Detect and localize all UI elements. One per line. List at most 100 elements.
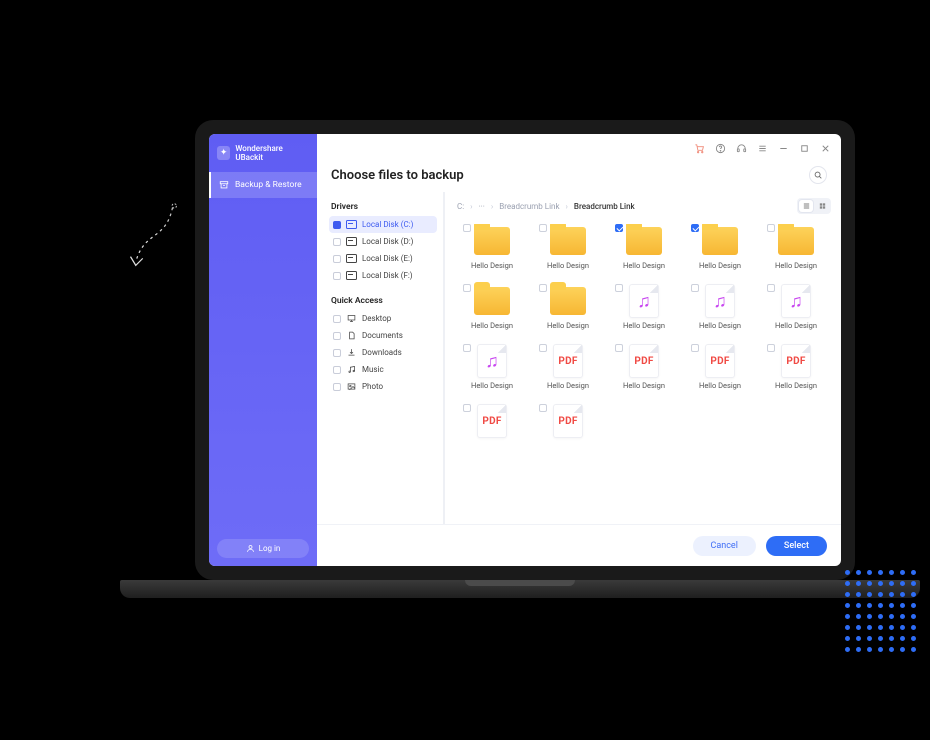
tree-item-drive-c[interactable]: Local Disk (C:)	[329, 216, 437, 233]
checkbox-icon[interactable]	[463, 284, 471, 292]
tree-item-label: Desktop	[362, 314, 391, 323]
breadcrumb-root[interactable]: C:	[457, 202, 464, 211]
minimize-icon[interactable]	[778, 143, 789, 154]
breadcrumb-ellipsis[interactable]: ···	[479, 202, 485, 211]
cancel-button[interactable]: Cancel	[693, 536, 756, 556]
close-icon[interactable]	[820, 143, 831, 154]
checkbox-icon[interactable]	[333, 332, 341, 340]
pdf-file-icon: PDF	[624, 344, 664, 378]
file-item[interactable]: Hello Design	[533, 224, 603, 270]
file-item[interactable]: ♫Hello Design	[609, 284, 679, 330]
checkbox-icon[interactable]	[463, 344, 471, 352]
checkbox-icon[interactable]	[333, 255, 341, 263]
music-file-icon: ♫	[624, 284, 664, 318]
tree-item-documents[interactable]: Documents	[329, 327, 437, 344]
file-item[interactable]: PDFHello Design	[609, 344, 679, 390]
checkbox-icon[interactable]	[691, 344, 699, 352]
checkbox-icon[interactable]	[333, 366, 341, 374]
file-label: Hello Design	[623, 261, 665, 270]
checkbox-icon[interactable]	[691, 224, 699, 232]
file-item[interactable]: Hello Design	[609, 224, 679, 270]
file-item[interactable]: Hello Design	[457, 284, 527, 330]
footer: Cancel Select	[317, 524, 841, 566]
checkbox-icon[interactable]	[333, 315, 341, 323]
sidebar-item-backup-restore[interactable]: Backup & Restore	[209, 172, 317, 198]
file-item[interactable]: PDF	[533, 404, 603, 441]
help-icon[interactable]	[715, 143, 726, 154]
checkbox-icon[interactable]	[615, 224, 623, 232]
checkbox-icon[interactable]	[767, 344, 775, 352]
view-grid-button[interactable]	[815, 200, 829, 212]
breadcrumb-link[interactable]: Breadcrumb Link	[499, 202, 559, 211]
checkbox-icon[interactable]	[615, 284, 623, 292]
tree-item-desktop[interactable]: Desktop	[329, 310, 437, 327]
photo-icon	[346, 382, 357, 391]
checkbox-icon[interactable]	[539, 344, 547, 352]
file-item[interactable]: ♫Hello Design	[685, 284, 755, 330]
pdf-file-icon: PDF	[700, 344, 740, 378]
music-file-icon: ♫	[472, 344, 512, 378]
content: Drivers Local Disk (C:) Local Disk (D:)	[317, 192, 841, 524]
list-icon	[802, 202, 811, 210]
file-item[interactable]: PDF	[457, 404, 527, 441]
page-title: Choose files to backup	[331, 168, 464, 183]
file-grid: Hello DesignHello DesignHello DesignHell…	[457, 224, 831, 441]
checkbox-icon[interactable]	[463, 404, 471, 412]
tree-item-photo[interactable]: Photo	[329, 378, 437, 395]
maximize-icon[interactable]	[799, 143, 810, 154]
file-item[interactable]: ♫Hello Design	[457, 344, 527, 390]
tree-section-drivers: Drivers	[329, 198, 437, 216]
page-header: Choose files to backup	[317, 162, 841, 192]
checkbox-icon[interactable]	[539, 224, 547, 232]
tree-item-drive-d[interactable]: Local Disk (D:)	[329, 233, 437, 250]
decorative-arrow	[120, 200, 190, 280]
file-item[interactable]: Hello Design	[761, 224, 831, 270]
checkbox-icon[interactable]	[333, 383, 341, 391]
checkbox-icon[interactable]	[333, 272, 341, 280]
menu-icon[interactable]	[757, 143, 768, 154]
tree-item-drive-e[interactable]: Local Disk (E:)	[329, 250, 437, 267]
checkbox-icon[interactable]	[539, 404, 547, 412]
file-item[interactable]: Hello Design	[533, 284, 603, 330]
tree-item-downloads[interactable]: Downloads	[329, 344, 437, 361]
checkbox-icon[interactable]	[333, 349, 341, 357]
file-item[interactable]: PDFHello Design	[685, 344, 755, 390]
pdf-file-icon: PDF	[776, 344, 816, 378]
file-label: Hello Design	[775, 321, 817, 330]
music-file-icon: ♫	[776, 284, 816, 318]
checkbox-icon[interactable]	[539, 284, 547, 292]
tree-item-drive-f[interactable]: Local Disk (F:)	[329, 267, 437, 284]
titlebar	[317, 134, 841, 162]
checkbox-icon[interactable]	[333, 221, 341, 229]
drive-icon	[346, 271, 357, 280]
folder-icon	[624, 224, 664, 258]
brand-name: Wondershare UBackit	[235, 144, 309, 162]
file-item[interactable]: ♫ Hello Design	[761, 284, 831, 330]
login-label: Log in	[259, 544, 281, 553]
folder-icon	[472, 284, 512, 318]
file-item[interactable]: Hello Design	[457, 224, 527, 270]
tree-panel: Drivers Local Disk (C:) Local Disk (D:)	[327, 192, 445, 524]
checkbox-icon[interactable]	[463, 224, 471, 232]
view-list-button[interactable]	[799, 200, 813, 212]
tree-item-music[interactable]: Music	[329, 361, 437, 378]
search-button[interactable]	[809, 166, 827, 184]
headset-icon[interactable]	[736, 143, 747, 154]
file-item[interactable]: PDFHello Design	[533, 344, 603, 390]
checkbox-icon[interactable]	[767, 284, 775, 292]
checkbox-icon[interactable]	[333, 238, 341, 246]
user-icon	[246, 544, 255, 553]
folder-icon	[700, 224, 740, 258]
pdf-file-icon: PDF	[548, 344, 588, 378]
checkbox-icon[interactable]	[767, 224, 775, 232]
file-item[interactable]: PDFHello Design	[761, 344, 831, 390]
login-button[interactable]: Log in	[217, 539, 309, 558]
tree-item-label: Local Disk (E:)	[362, 254, 413, 263]
checkbox-icon[interactable]	[615, 344, 623, 352]
cart-icon[interactable]	[694, 143, 705, 154]
select-button[interactable]: Select	[766, 536, 827, 556]
music-file-icon: ♫	[700, 284, 740, 318]
file-item[interactable]: Hello Design	[685, 224, 755, 270]
checkbox-icon[interactable]	[691, 284, 699, 292]
drive-icon	[346, 220, 357, 229]
